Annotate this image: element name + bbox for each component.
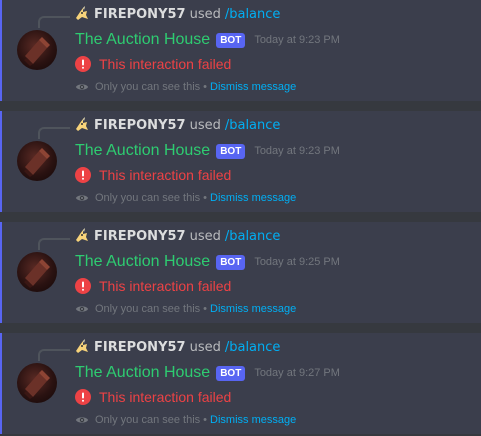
- ephemeral-notice: Only you can see this • Dismiss message: [75, 412, 296, 428]
- author-name[interactable]: The Auction House: [75, 364, 210, 382]
- error-message: This interaction failed: [99, 56, 232, 72]
- ephemeral-message: FIREPONY57 used /balance The Auction Hou…: [0, 111, 481, 212]
- ephemeral-notice: Only you can see this • Dismiss message: [75, 301, 296, 317]
- bot-avatar[interactable]: [17, 252, 57, 292]
- reply-used-text: used: [189, 6, 221, 22]
- command-reply-header[interactable]: FIREPONY57 used /balance: [74, 5, 280, 23]
- command-reply-header[interactable]: FIREPONY57 used /balance: [74, 227, 280, 245]
- unicorn-avatar-icon: [76, 6, 88, 20]
- bot-badge: BOT: [216, 254, 246, 270]
- author-name[interactable]: The Auction House: [75, 31, 210, 49]
- error-message: This interaction failed: [99, 389, 232, 405]
- reply-connector: [38, 238, 70, 250]
- reply-connector: [38, 127, 70, 139]
- ephemeral-message: FIREPONY57 used /balance The Auction Hou…: [0, 0, 481, 101]
- slash-command-link[interactable]: /balance: [225, 340, 281, 355]
- separator: •: [203, 303, 208, 315]
- message-timestamp[interactable]: Today at 9:23 PM: [254, 145, 340, 157]
- bot-badge: BOT: [216, 143, 246, 159]
- reply-username[interactable]: FIREPONY57: [94, 229, 186, 244]
- dismiss-message-link[interactable]: Dismiss message: [210, 303, 296, 315]
- dismiss-message-link[interactable]: Dismiss message: [210, 192, 296, 204]
- unicorn-avatar-icon: [76, 117, 88, 131]
- exclamation-circle-icon: [75, 167, 91, 183]
- message-header: The Auction House BOT Today at 9:23 PM: [75, 29, 340, 51]
- only-you-text: Only you can see this: [95, 303, 201, 315]
- author-name[interactable]: The Auction House: [75, 253, 210, 271]
- ephemeral-message: FIREPONY57 used /balance The Auction Hou…: [0, 333, 481, 434]
- unicorn-avatar-icon: [76, 228, 88, 242]
- ephemeral-notice: Only you can see this • Dismiss message: [75, 190, 296, 206]
- slash-command-link[interactable]: /balance: [225, 7, 281, 22]
- error-message: This interaction failed: [99, 278, 232, 294]
- dismiss-message-link[interactable]: Dismiss message: [210, 81, 296, 93]
- only-you-text: Only you can see this: [95, 81, 201, 93]
- reply-used-text: used: [189, 117, 221, 133]
- slash-command-link[interactable]: /balance: [225, 118, 281, 133]
- command-reply-header[interactable]: FIREPONY57 used /balance: [74, 338, 280, 356]
- eye-icon: [75, 306, 89, 312]
- interaction-error: This interaction failed: [75, 165, 231, 185]
- eye-icon: [75, 417, 89, 423]
- message-header: The Auction House BOT Today at 9:27 PM: [75, 362, 340, 384]
- author-name[interactable]: The Auction House: [75, 142, 210, 160]
- bot-avatar[interactable]: [17, 141, 57, 181]
- interaction-error: This interaction failed: [75, 387, 231, 407]
- separator: •: [203, 414, 208, 426]
- message-timestamp[interactable]: Today at 9:27 PM: [254, 367, 340, 379]
- separator: •: [203, 192, 208, 204]
- reply-username[interactable]: FIREPONY57: [94, 7, 186, 22]
- message-feed: FIREPONY57 used /balance The Auction Hou…: [0, 0, 481, 436]
- only-you-text: Only you can see this: [95, 414, 201, 426]
- bot-avatar[interactable]: [17, 363, 57, 403]
- bot-badge: BOT: [216, 365, 246, 381]
- exclamation-circle-icon: [75, 278, 91, 294]
- bot-avatar[interactable]: [17, 30, 57, 70]
- only-you-text: Only you can see this: [95, 192, 201, 204]
- reply-used-text: used: [189, 339, 221, 355]
- exclamation-circle-icon: [75, 389, 91, 405]
- dismiss-message-link[interactable]: Dismiss message: [210, 414, 296, 426]
- message-timestamp[interactable]: Today at 9:25 PM: [254, 256, 340, 268]
- interaction-error: This interaction failed: [75, 276, 231, 296]
- reply-username[interactable]: FIREPONY57: [94, 340, 186, 355]
- ephemeral-notice: Only you can see this • Dismiss message: [75, 79, 296, 95]
- unicorn-avatar-icon: [76, 339, 88, 353]
- eye-icon: [75, 84, 89, 90]
- command-reply-header[interactable]: FIREPONY57 used /balance: [74, 116, 280, 134]
- message-header: The Auction House BOT Today at 9:25 PM: [75, 251, 340, 273]
- message-timestamp[interactable]: Today at 9:23 PM: [254, 34, 340, 46]
- exclamation-circle-icon: [75, 56, 91, 72]
- bot-badge: BOT: [216, 32, 246, 48]
- reply-connector: [38, 349, 70, 361]
- reply-connector: [38, 16, 70, 28]
- reply-used-text: used: [189, 228, 221, 244]
- slash-command-link[interactable]: /balance: [225, 229, 281, 244]
- reply-username[interactable]: FIREPONY57: [94, 118, 186, 133]
- eye-icon: [75, 195, 89, 201]
- interaction-error: This interaction failed: [75, 54, 231, 74]
- ephemeral-message: FIREPONY57 used /balance The Auction Hou…: [0, 222, 481, 323]
- message-header: The Auction House BOT Today at 9:23 PM: [75, 140, 340, 162]
- error-message: This interaction failed: [99, 167, 232, 183]
- separator: •: [203, 81, 208, 93]
